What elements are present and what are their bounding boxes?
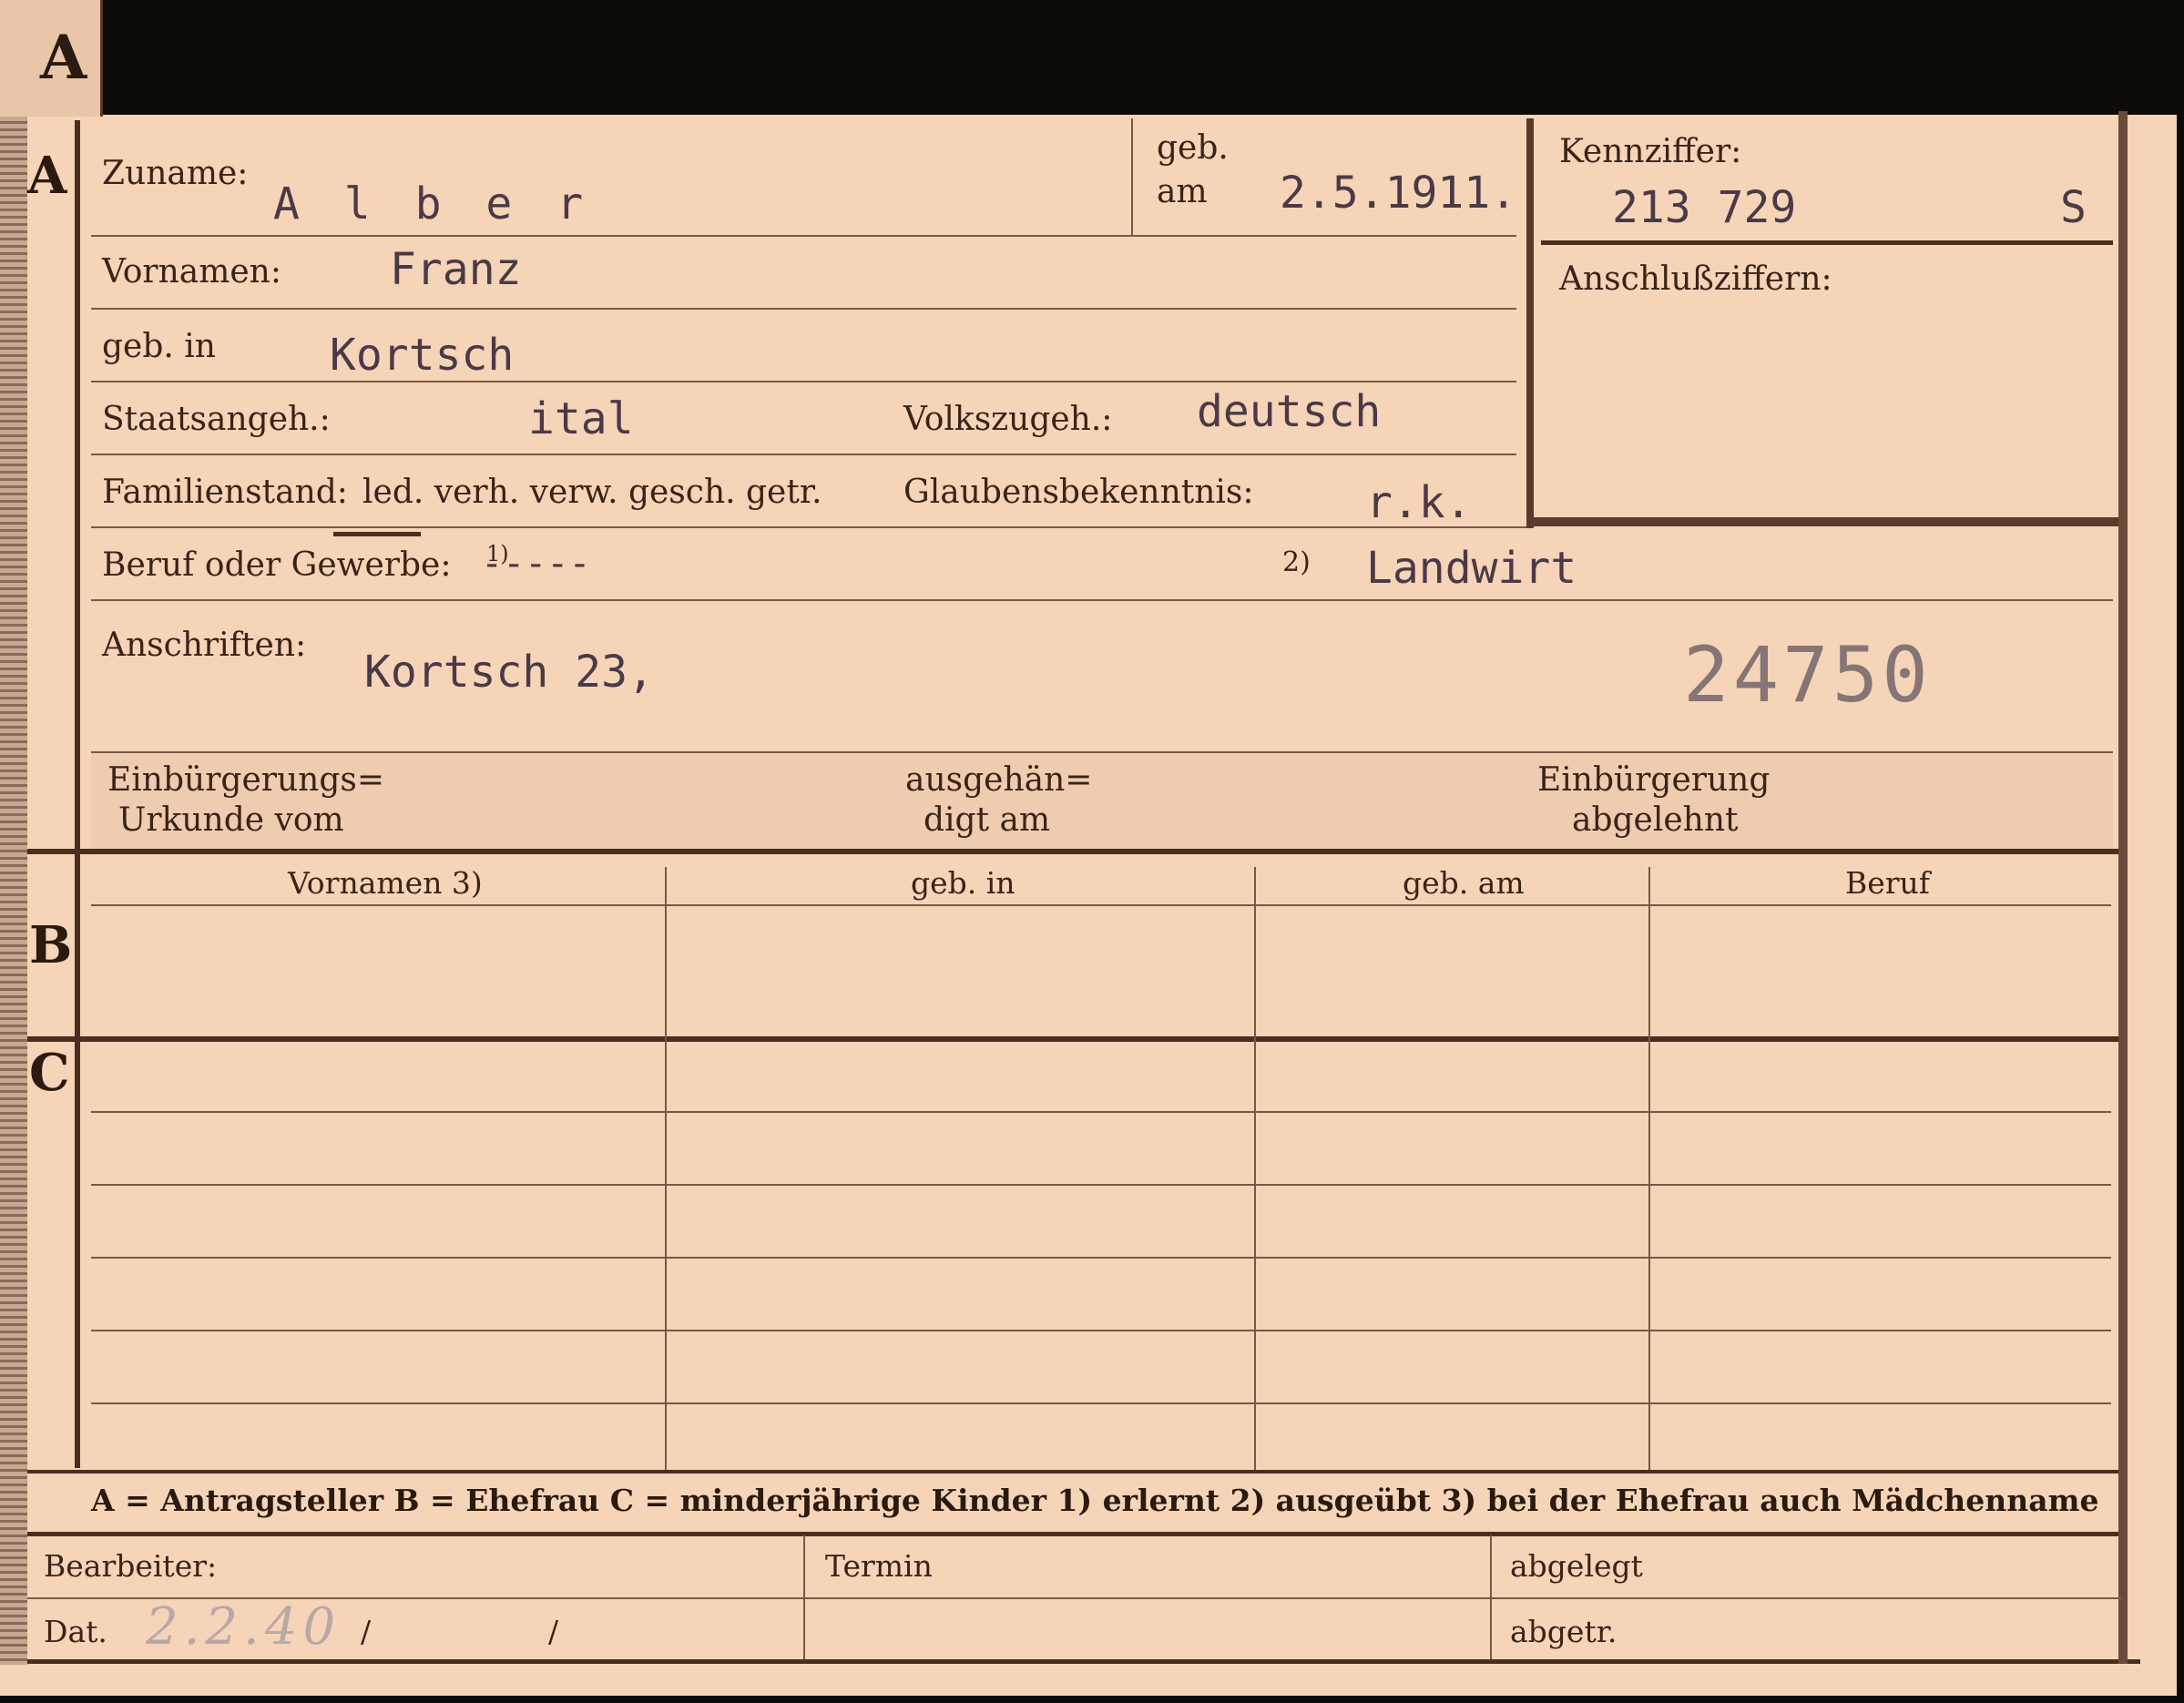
beruf-1-value: ----- [481, 543, 591, 585]
section-c-bottom-rule [27, 1470, 2122, 1474]
volkszugeh-value: deutsch [1197, 386, 1382, 437]
zuname-label: Zuname: [102, 155, 249, 192]
abgelegt-label: abgelegt [1510, 1548, 1643, 1584]
anschriften-value: Kortsch 23, [364, 647, 654, 698]
section-b-bottom-rule [27, 1036, 2122, 1042]
line-beruf [91, 599, 2113, 601]
einb-abgelehnt-line2: abgelehnt [1572, 801, 1739, 839]
vornamen-label: Vornamen: [102, 253, 281, 291]
familienstand-options: led. verh. verw. gesch. getr. [362, 474, 822, 511]
einb-abgelehnt-line1: Einbürgerung [1537, 761, 1771, 799]
familienstand-underline-led [333, 532, 421, 536]
volkszugeh-label: Volkszugeh.: [903, 401, 1113, 438]
vornamen-value: Franz [390, 244, 522, 295]
table-col-divider-3 [1648, 867, 1650, 1470]
am-label: am [1157, 173, 1208, 210]
glaubens-value: r.k. [1366, 477, 1472, 528]
footer-bottom-rule [27, 1659, 2140, 1664]
right-edge-rule [2118, 111, 2128, 1664]
legend-bottom-rule [27, 1532, 2122, 1536]
top-dark-band [100, 0, 2184, 115]
line-geb-in [91, 381, 1516, 382]
einbuergerung-strip [91, 754, 2113, 849]
table-row-line-4 [91, 1330, 2111, 1331]
anschlussziffern-label: Anschlußziffern: [1559, 260, 1832, 298]
table-row-line-2 [91, 1184, 2111, 1186]
einb-urkunde-line2: Urkunde vom [118, 801, 344, 839]
abgetr-label: abgetr. [1510, 1614, 1618, 1649]
kennziffer-box-left [1526, 118, 1534, 528]
card-edge [0, 117, 27, 1665]
table-header-geb-am: geb. am [1403, 865, 1525, 901]
section-a-bottom-rule [27, 849, 2122, 854]
dat-value: 2.2.40 [146, 1597, 342, 1657]
kennziffer-value: 213 729 [1612, 182, 1797, 233]
geb-am-value: 2.5.1911. [1280, 168, 1517, 219]
table-header-beruf: Beruf [1845, 865, 1931, 901]
tab-letter: A [40, 22, 87, 93]
zuname-value: A l b e r [273, 178, 593, 229]
table-header-geb-in: geb. in [911, 865, 1015, 901]
geb-in-label: geb. in [102, 328, 216, 365]
staatsangeh-label: Staatsangeh.: [102, 401, 331, 438]
table-row-line-3 [91, 1257, 2111, 1259]
anschriften-label: Anschriften: [102, 627, 307, 664]
bearbeiter-label: Bearbeiter: [44, 1548, 218, 1584]
table-col-divider-1 [665, 867, 667, 1470]
table-col-divider-2 [1254, 867, 1256, 1470]
legend-text: A = Antragsteller B = Ehefrau C = minder… [91, 1483, 2099, 1518]
footer-divider-2 [1490, 1535, 1492, 1659]
line-anschriften [91, 751, 2113, 753]
line-familienstand [91, 526, 1526, 528]
table-header-vornamen: Vornamen 3) [288, 865, 483, 901]
dat-slash-2: / [548, 1614, 559, 1649]
section-c-label: C [29, 1043, 70, 1103]
dat-slash-1: / [361, 1614, 372, 1649]
kennziffer-suffix: S [2060, 182, 2087, 233]
geb-in-value: Kortsch [330, 330, 515, 381]
line-geb-divider [1131, 118, 1133, 235]
ausgehaendigt-line2: digt am [924, 801, 1051, 839]
termin-label: Termin [825, 1548, 933, 1584]
einb-urkunde-line1: Einbürgerungs= [107, 761, 385, 799]
left-vertical-rule [75, 120, 80, 1468]
line-staatsangeh [91, 454, 1516, 455]
stamp-number: 24750 [1683, 630, 1932, 719]
index-tab: A [0, 0, 103, 117]
section-b-label: B [29, 915, 73, 975]
glaubens-label: Glaubensbekenntnis: [903, 474, 1254, 511]
kennziffer-underline [1541, 240, 2113, 245]
geb-label: geb. [1157, 129, 1229, 167]
beruf-label: Beruf oder Gewerbe: [102, 546, 452, 584]
beruf-2-value: Landwirt [1366, 543, 1577, 594]
kennziffer-label: Kennziffer: [1559, 133, 1742, 170]
table-row-line-5 [91, 1402, 2111, 1404]
line-zuname [91, 235, 1516, 237]
footer-mid-line [27, 1597, 2122, 1599]
registration-card: A A B C Zuname: A l b e r geb. am 2.5.19… [0, 0, 2184, 1696]
staatsangeh-value: ital [528, 393, 634, 444]
familienstand-label: Familienstand: [102, 474, 348, 511]
kennziffer-box-bottom [1526, 517, 2118, 526]
table-row-line-1 [91, 1111, 2111, 1113]
dat-label: Dat. [44, 1614, 107, 1649]
ausgehaendigt-line1: ausgehän= [905, 761, 1093, 799]
footer-divider-1 [803, 1535, 805, 1659]
beruf-2-marker: 2) [1282, 546, 1311, 578]
section-a-label: A [27, 146, 67, 206]
table-header-line [91, 904, 2111, 906]
line-vornamen [91, 308, 1516, 310]
